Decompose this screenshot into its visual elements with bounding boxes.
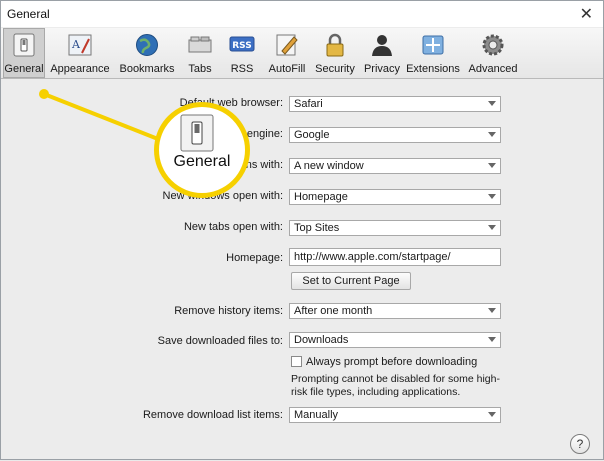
- switch-icon: [180, 114, 214, 152]
- callout-connector: [43, 92, 164, 143]
- preferences-window: General ✕ General A Appearance Bookmarks…: [0, 0, 604, 460]
- callout-dot: [39, 89, 49, 99]
- callout-magnifier: General: [154, 102, 250, 198]
- callout-label: General: [173, 153, 231, 170]
